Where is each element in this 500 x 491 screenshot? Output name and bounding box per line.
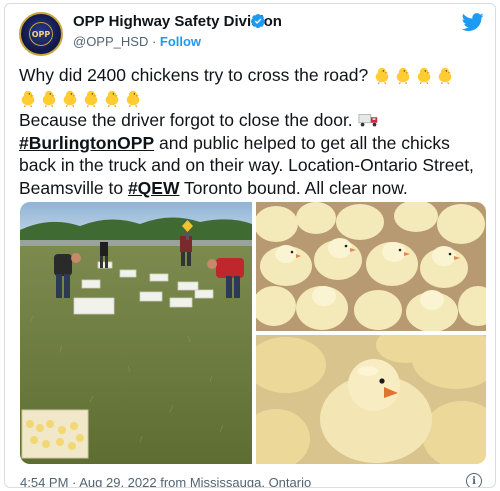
delivery-truck-icon [358,114,377,127]
baby-chick-icon [375,67,389,84]
baby-chick-icon [105,90,119,107]
avatar-badge: OPP [29,22,53,46]
tweet-line-answer: Because the driver forgot to close the d… [19,109,489,199]
hashtag-qew[interactable]: #QEW [128,178,180,198]
baby-chick-icon [63,90,77,107]
handle[interactable]: @OPP_HSD [73,34,148,49]
handle-line: @OPP_HSD · Follow [73,34,201,49]
baby-chick-icon [21,90,35,107]
separator: · [148,34,160,49]
verified-badge-icon [251,14,265,29]
question-text: Why did 2400 chickens try to cross the r… [19,65,369,85]
baby-chick-icon [84,90,98,107]
baby-chick-icon [438,67,452,84]
follow-button[interactable]: Follow [160,34,201,49]
baby-chick-icon [126,90,140,107]
twitter-bird-icon[interactable] [461,11,485,33]
info-icon[interactable]: i [466,473,482,487]
tweet-line-question: Why did 2400 chickens try to cross the r… [19,64,489,109]
photo-chicks-group[interactable] [256,202,486,331]
baby-chick-icon [396,67,410,84]
photo-chick-closeup[interactable] [256,335,486,464]
avatar[interactable]: OPP [19,12,63,56]
photo-roadside-field[interactable] [20,202,252,464]
answer-text-end: Toronto bound. All clear now. [179,177,408,198]
baby-chick-icon [42,90,56,107]
answer-text: Because the driver forgot to close the d… [19,110,353,130]
baby-chick-icon [417,67,431,84]
hashtag-burlingtonopp[interactable]: #BurlingtonOPP [19,133,154,153]
tweet-card: OPP OPP Highway Safety Division @OPP_HSD… [4,3,496,488]
media-grid [20,202,486,464]
timestamp[interactable]: 4:54 PM · Aug 29, 2022 from Mississauga,… [20,475,311,487]
tweet-text: Why did 2400 chickens try to cross the r… [19,64,489,199]
